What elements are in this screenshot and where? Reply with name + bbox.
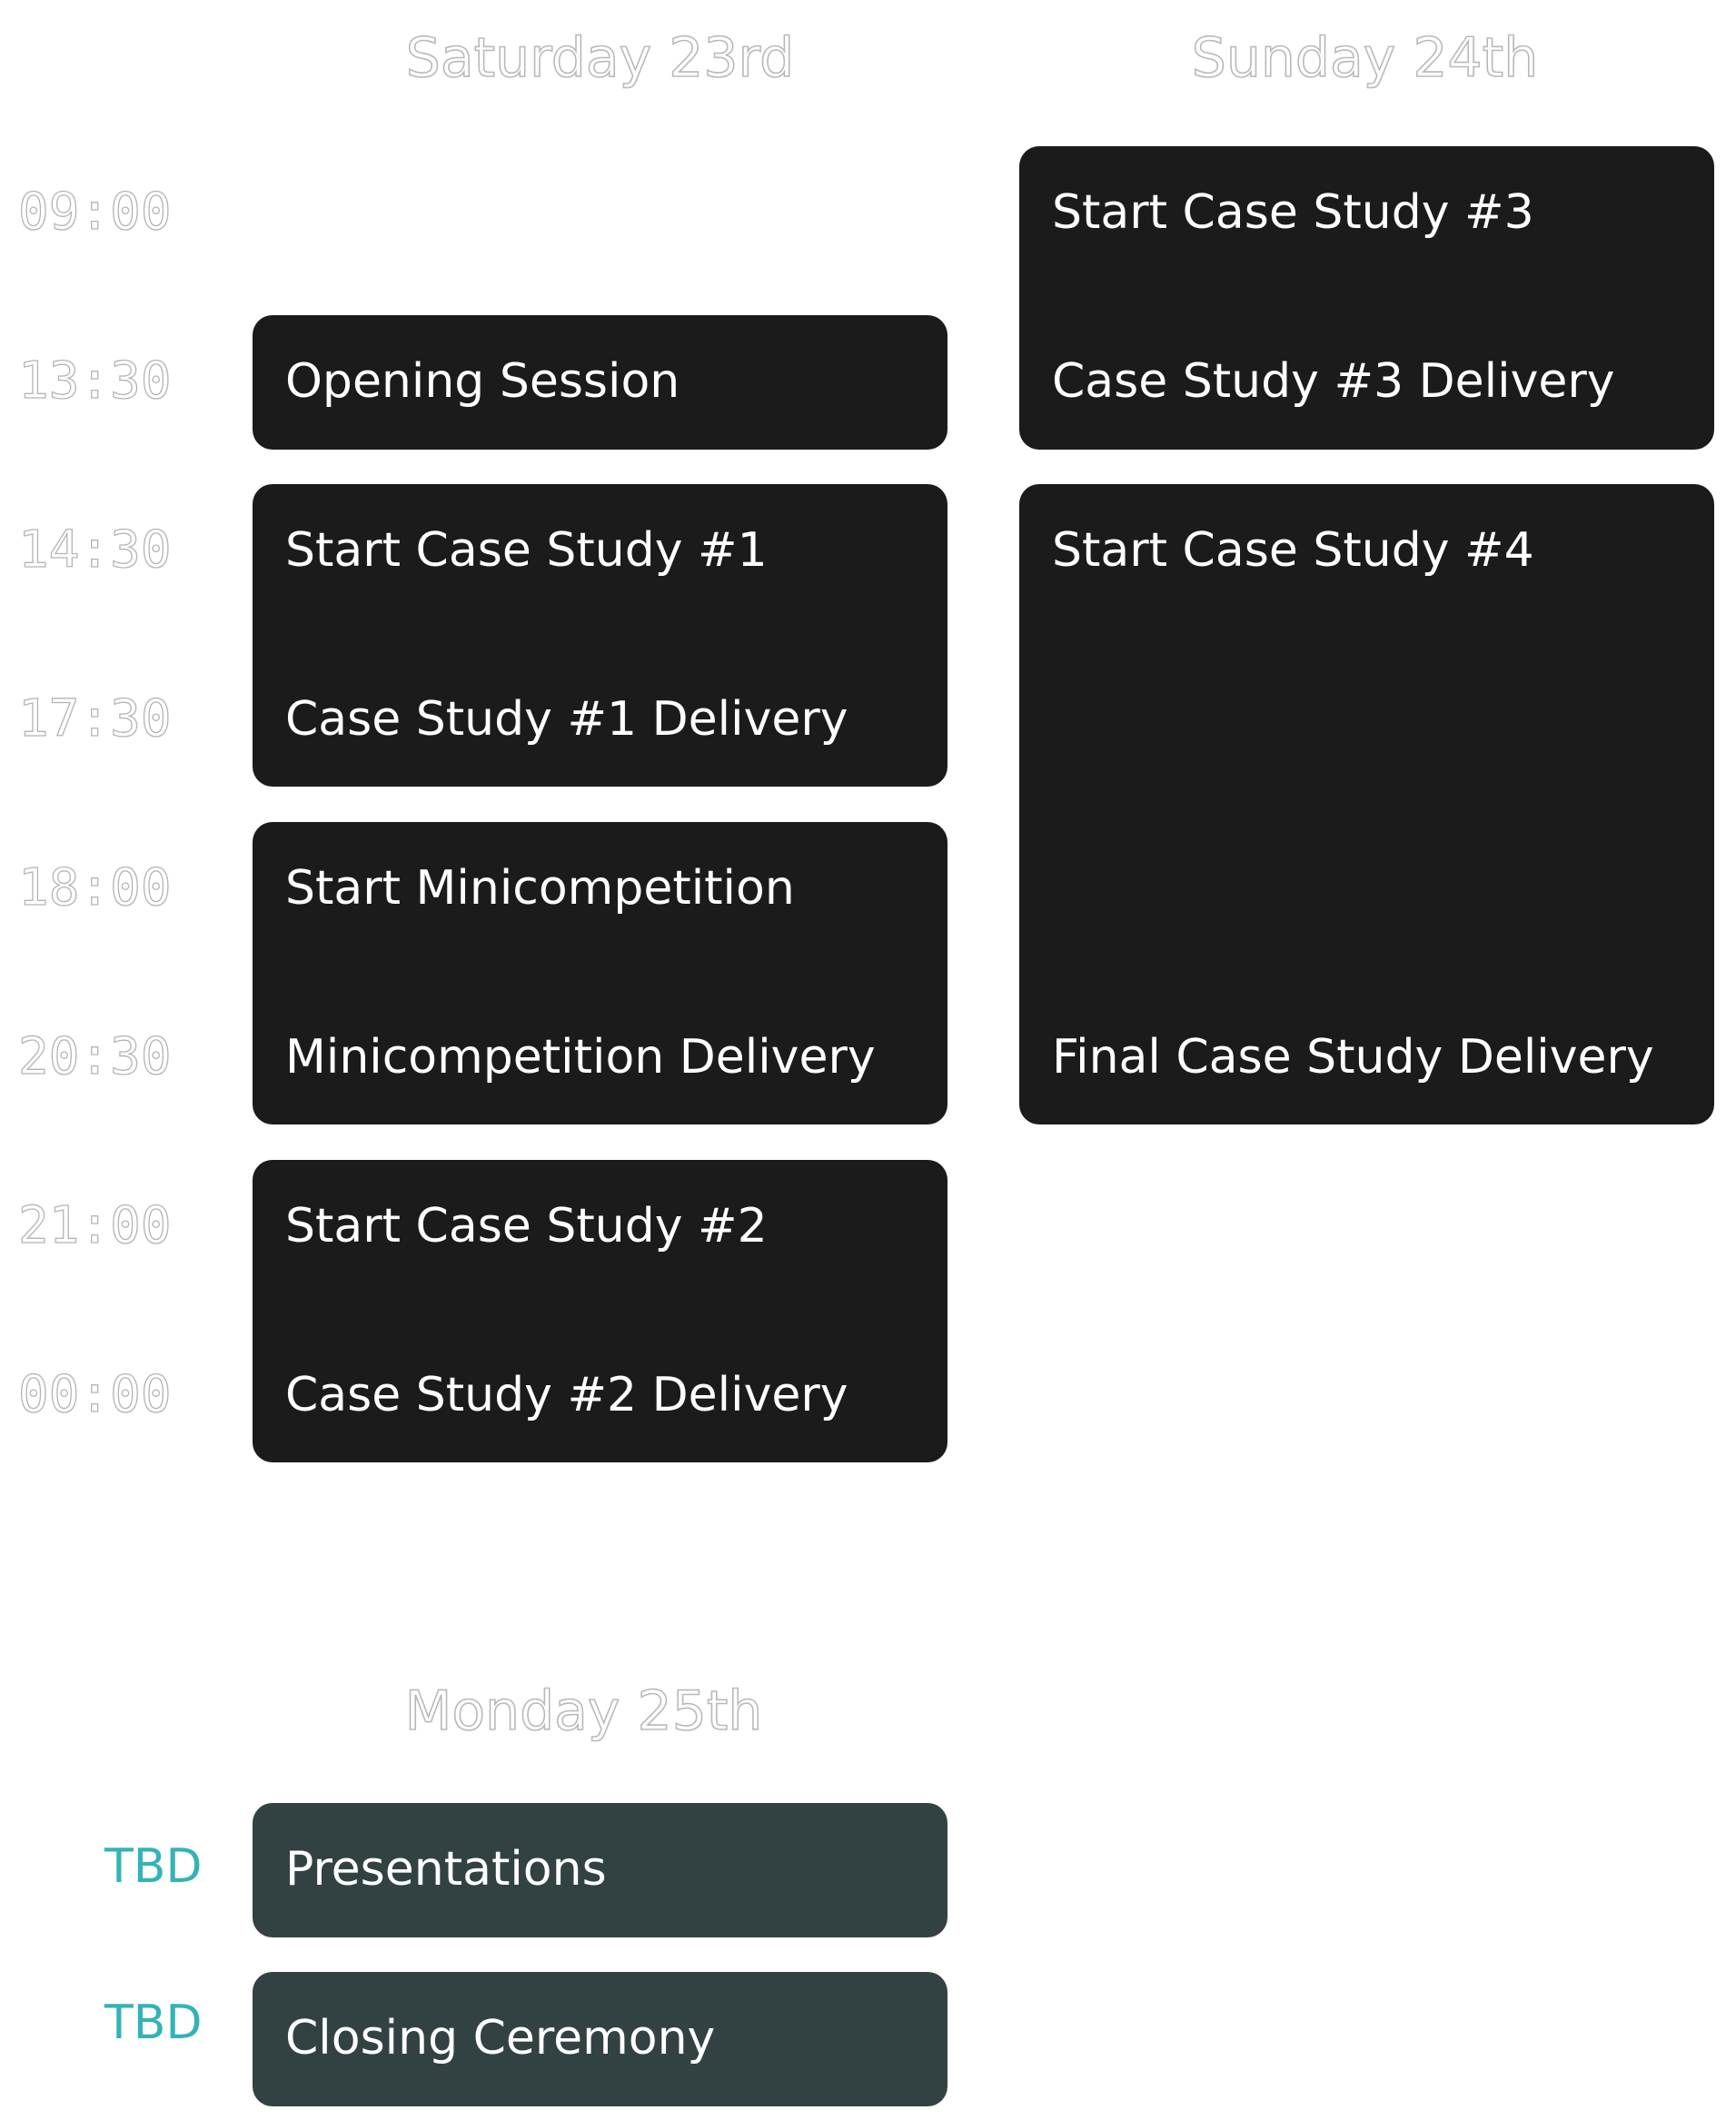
event-card-presentations[interactable]: Presentations: [253, 1803, 947, 1937]
time-label: 09:00: [17, 182, 172, 242]
event-card-case-study-1[interactable]: Start Case Study #1 Case Study #1 Delive…: [253, 484, 947, 787]
event-end-label: Case Study #2 Delivery: [285, 1368, 848, 1422]
time-label-tbd: TBD: [104, 1996, 203, 2050]
time-label: 20:30: [17, 1026, 172, 1086]
time-label: 17:30: [17, 689, 172, 748]
event-card-case-study-4[interactable]: Start Case Study #4 Final Case Study Del…: [1019, 484, 1714, 1124]
event-end-label: Case Study #3 Delivery: [1052, 354, 1615, 409]
event-card-closing-ceremony[interactable]: Closing Ceremony: [253, 1972, 947, 2106]
event-end-label: Final Case Study Delivery: [1052, 1030, 1654, 1085]
time-label: 00:00: [17, 1364, 172, 1424]
event-end-label: Minicompetition Delivery: [285, 1030, 876, 1085]
event-start-label: Closing Ceremony: [285, 2011, 716, 2066]
time-label-tbd: TBD: [104, 1839, 203, 1894]
event-card-case-study-2[interactable]: Start Case Study #2 Case Study #2 Delive…: [253, 1160, 947, 1462]
day-heading-sunday: Sunday 24th: [1191, 25, 1539, 91]
time-label: 13:30: [17, 351, 172, 411]
time-label: 18:00: [17, 857, 172, 917]
event-start-label: Presentations: [285, 1842, 607, 1897]
event-start-label: Start Case Study #4: [1052, 523, 1534, 578]
event-start-label: Start Case Study #2: [285, 1199, 768, 1253]
time-label: 21:00: [17, 1195, 172, 1255]
event-start-label: Opening Session: [285, 354, 680, 409]
event-end-label: Case Study #1 Delivery: [285, 692, 848, 747]
day-heading-saturday: Saturday 23rd: [405, 25, 795, 91]
event-card-minicompetition[interactable]: Start Minicompetition Minicompetition De…: [253, 822, 947, 1124]
event-start-label: Start Minicompetition: [285, 861, 795, 916]
event-card-opening-session[interactable]: Opening Session: [253, 315, 947, 450]
day-heading-monday: Monday 25th: [404, 1679, 763, 1744]
event-card-case-study-3[interactable]: Start Case Study #3 Case Study #3 Delive…: [1019, 146, 1714, 450]
time-label: 14:30: [17, 520, 172, 580]
event-start-label: Start Case Study #1: [285, 523, 768, 578]
event-start-label: Start Case Study #3: [1052, 185, 1534, 240]
